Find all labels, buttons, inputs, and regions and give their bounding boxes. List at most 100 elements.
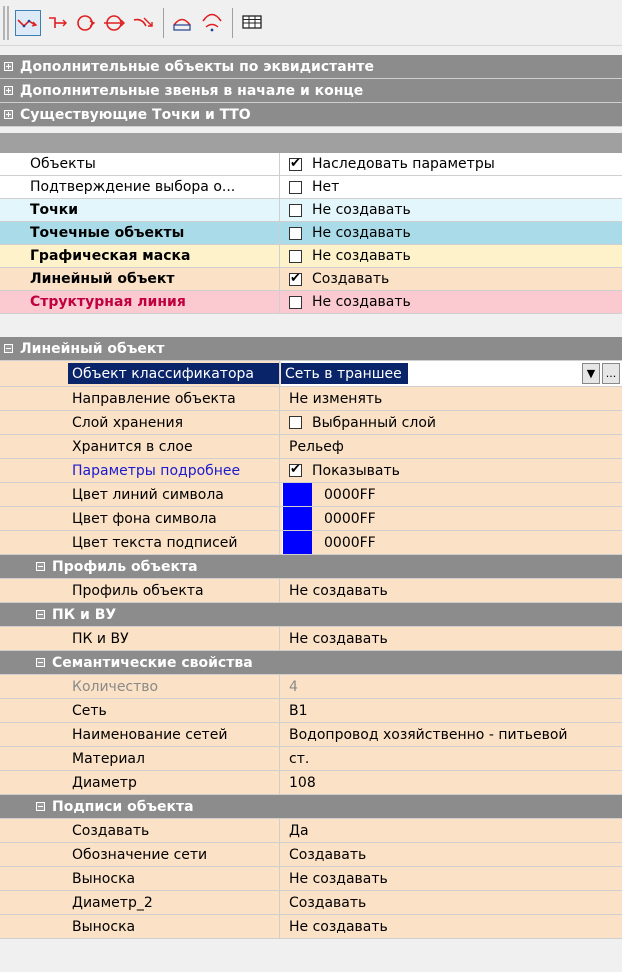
subgroup-header[interactable]: Профиль объекта xyxy=(0,555,622,579)
prop-value-cell[interactable]: Не создавать xyxy=(281,222,622,244)
prop-row-direction[interactable]: Направление объекта Не изменять xyxy=(0,387,622,411)
subgroup-header[interactable]: Подписи объекта xyxy=(0,795,622,819)
prop-label: Графическая маска xyxy=(30,248,191,264)
prop-row[interactable]: Диаметр_2 Создавать xyxy=(0,891,622,915)
checkbox-checked[interactable] xyxy=(289,155,302,173)
prop-value-cell[interactable]: Не создавать xyxy=(281,245,622,267)
checkbox-unchecked[interactable] xyxy=(289,295,302,309)
prop-value-cell[interactable]: 108 xyxy=(281,771,622,794)
group-equidistant[interactable]: Дополнительные объекты по эквидистанте xyxy=(0,55,622,79)
dropdown-arrow-icon[interactable]: ▼ xyxy=(582,363,600,384)
prop-row-more[interactable]: Параметры подробнее Показывать xyxy=(0,459,622,483)
prop-value-cell[interactable]: 0000FF xyxy=(281,531,622,554)
arc-points-tool-icon[interactable] xyxy=(200,10,226,36)
prop-label-cell: Точки xyxy=(0,199,280,221)
prop-row[interactable]: Профиль объекта Не создавать xyxy=(0,579,622,603)
collapse-minus-icon[interactable] xyxy=(36,801,45,811)
group-existing-points[interactable]: Существующие Точки и ТТО xyxy=(0,103,622,127)
collapse-minus-icon[interactable] xyxy=(36,657,45,667)
prop-row[interactable]: Диаметр 108 xyxy=(0,771,622,795)
branch-line-tool-icon[interactable] xyxy=(46,10,72,36)
prop-row[interactable]: Выноска Не создавать xyxy=(0,915,622,939)
prop-row-text-color[interactable]: Цвет текста подписей 0000FF xyxy=(0,531,622,555)
circle-double-arrow-tool-icon[interactable] xyxy=(102,10,128,36)
prop-label: ПК и ВУ xyxy=(72,630,129,647)
circle-arrow-tool-icon[interactable] xyxy=(74,10,100,36)
prop-value-cell[interactable]: Да xyxy=(281,819,622,842)
expand-plus-icon[interactable] xyxy=(4,61,13,71)
prop-row[interactable]: Точечные объекты Не создавать xyxy=(0,222,622,245)
checkbox-unchecked[interactable] xyxy=(289,249,302,263)
prop-row-classifier[interactable]: Объект классификатора Сеть в траншее ▼ .… xyxy=(0,361,622,387)
prop-value-cell[interactable]: Не создавать xyxy=(281,291,622,313)
prop-row[interactable]: Подтверждение выбора о... Нет xyxy=(0,176,622,199)
prop-value-cell[interactable]: Не создавать xyxy=(281,867,622,890)
prop-value: Нет xyxy=(312,179,340,195)
prop-value-cell[interactable]: Наследовать параметры xyxy=(281,153,622,175)
color-swatch[interactable] xyxy=(282,531,312,554)
prop-value-cell[interactable]: Не создавать xyxy=(281,915,622,938)
collapse-minus-icon[interactable] xyxy=(36,609,45,619)
prop-value-cell[interactable]: Не изменять xyxy=(281,387,622,410)
prop-value-cell[interactable]: Водопровод хозяйственно - питьевой xyxy=(281,723,622,746)
checkbox-unchecked[interactable] xyxy=(289,416,302,429)
prop-row[interactable]: Объекты Наследовать параметры xyxy=(0,153,622,176)
prop-row[interactable]: Структурная линия Не создавать xyxy=(0,291,622,314)
checkbox-checked[interactable] xyxy=(289,270,302,288)
collapse-minus-icon[interactable] xyxy=(4,343,13,353)
toolbar-grip[interactable] xyxy=(3,6,9,40)
prop-row-bg-color[interactable]: Цвет фона символа 0000FF xyxy=(0,507,622,531)
prop-value-cell[interactable]: Показывать xyxy=(281,459,622,482)
checkbox-unchecked[interactable] xyxy=(289,226,302,240)
color-swatch[interactable] xyxy=(282,507,312,530)
subgroup-header[interactable]: ПК и ВУ xyxy=(0,603,622,627)
prop-value-cell[interactable]: 0000FF xyxy=(281,507,622,530)
prop-value-cell[interactable]: Не создавать xyxy=(281,579,622,602)
prop-value-cell[interactable]: Не создавать xyxy=(281,627,622,650)
expand-plus-icon[interactable] xyxy=(4,85,13,95)
prop-value-cell[interactable]: 0000FF xyxy=(281,483,622,506)
prop-row[interactable]: Создавать Да xyxy=(0,819,622,843)
prop-row-layer[interactable]: Слой хранения Выбранный слой xyxy=(0,411,622,435)
group-extra-links[interactable]: Дополнительные звенья в начале и конце xyxy=(0,79,622,103)
arc-rect-tool-icon[interactable] xyxy=(170,10,196,36)
group-linear-object[interactable]: Линейный объект xyxy=(0,337,622,361)
color-swatch[interactable] xyxy=(282,483,312,506)
collapse-minus-icon[interactable] xyxy=(36,561,45,571)
prop-value-cell[interactable]: Нет xyxy=(281,176,622,198)
prop-row[interactable]: Графическая маска Не создавать xyxy=(0,245,622,268)
checkbox-checked[interactable] xyxy=(289,461,302,479)
prop-value-cell[interactable]: Создавать xyxy=(281,843,622,866)
prop-value-cell[interactable]: B1 xyxy=(281,699,622,722)
prop-value-cell[interactable]: Рельеф xyxy=(281,435,622,458)
curve-arrow-tool-icon[interactable] xyxy=(132,10,158,36)
table-grid-icon[interactable] xyxy=(240,10,266,36)
polyline-tool-icon[interactable] xyxy=(15,10,41,36)
prop-row-line-color[interactable]: Цвет линий символа 0000FF xyxy=(0,483,622,507)
prop-row[interactable]: Наименование сетей Водопровод хозяйственн… xyxy=(0,723,622,747)
prop-value-cell[interactable]: Создавать xyxy=(281,268,622,290)
prop-row[interactable]: Сеть B1 xyxy=(0,699,622,723)
prop-value-cell[interactable]: Выбранный слой xyxy=(281,411,622,434)
prop-row[interactable]: ПК и ВУ Не создавать xyxy=(0,627,622,651)
prop-row-stored[interactable]: Хранится в слое Рельеф xyxy=(0,435,622,459)
prop-value-cell[interactable]: Не создавать xyxy=(281,199,622,221)
prop-row[interactable]: Точки Не создавать xyxy=(0,199,622,222)
checkbox-unchecked[interactable] xyxy=(289,203,302,217)
browse-button[interactable]: ... xyxy=(602,363,620,384)
prop-row[interactable]: Линейный объект Создавать xyxy=(0,268,622,291)
prop-value: Не создавать xyxy=(312,248,411,264)
prop-value-cell[interactable]: Создавать xyxy=(281,891,622,914)
prop-row[interactable]: Количество 4 xyxy=(0,675,622,699)
prop-label-cell: Линейный объект xyxy=(0,268,280,290)
prop-row[interactable]: Материал ст. xyxy=(0,747,622,771)
prop-row[interactable]: Обозначение сети Создавать xyxy=(0,843,622,867)
prop-row[interactable]: Выноска Не создавать xyxy=(0,867,622,891)
expand-plus-icon[interactable] xyxy=(4,109,13,119)
classifier-combobox[interactable]: Сеть в траншее ▼ ... xyxy=(281,361,622,386)
prop-label: Точечные объекты xyxy=(30,225,185,241)
prop-value-cell[interactable]: ст. xyxy=(281,747,622,770)
subgroup-header[interactable]: Семантические свойства xyxy=(0,651,622,675)
prop-label: Объект классификатора xyxy=(68,363,279,384)
checkbox-unchecked[interactable] xyxy=(289,180,302,194)
